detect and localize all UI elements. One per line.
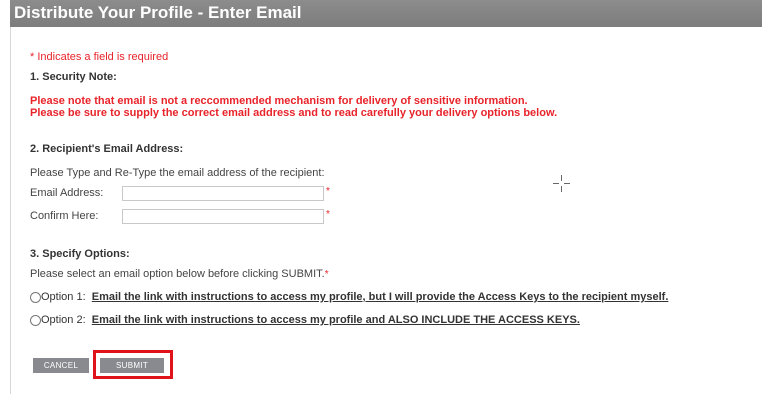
option-2-radio[interactable] xyxy=(30,315,41,326)
options-required-marker: * xyxy=(324,269,329,280)
cancel-button[interactable]: CANCEL xyxy=(33,358,89,373)
page-title: Distribute Your Profile - Enter Email xyxy=(14,3,302,22)
option-1-label: Option 1: xyxy=(41,291,86,303)
recipient-email-heading: 2. Recipient's Email Address: xyxy=(30,143,184,155)
options-instruction: Please select an email option below befo… xyxy=(30,268,329,280)
confirm-email-label: Confirm Here: xyxy=(30,210,99,222)
submit-highlight-box xyxy=(93,350,173,379)
security-note-heading: 1. Security Note: xyxy=(30,71,117,83)
option-1-radio[interactable] xyxy=(30,292,41,303)
specify-options-heading: 3. Specify Options: xyxy=(30,248,130,260)
security-warning-line-1: Please note that email is not a reccomme… xyxy=(30,95,528,107)
option-2-label: Option 2: xyxy=(41,314,86,326)
email-required-marker: * xyxy=(326,186,330,197)
option-1[interactable]: Option 1: Email the link with instructio… xyxy=(41,291,668,303)
crosshair-cursor-icon xyxy=(553,175,570,192)
page-left-border xyxy=(10,27,11,394)
option-1-link[interactable]: Email the link with instructions to acce… xyxy=(92,291,669,303)
confirm-required-marker: * xyxy=(326,209,330,220)
option-2-link[interactable]: Email the link with instructions to acce… xyxy=(92,314,580,326)
option-2[interactable]: Option 2: Email the link with instructio… xyxy=(41,314,580,326)
page-header: Distribute Your Profile - Enter Email xyxy=(10,0,762,27)
confirm-email-input[interactable] xyxy=(122,209,324,224)
required-field-note: * Indicates a field is required xyxy=(30,51,169,63)
security-warning-line-2: Please be sure to supply the correct ema… xyxy=(30,107,558,119)
email-address-label: Email Address: xyxy=(30,187,104,199)
options-instruction-text: Please select an email option below befo… xyxy=(30,268,325,280)
recipient-email-instruction: Please Type and Re-Type the email addres… xyxy=(30,167,325,179)
email-address-input[interactable] xyxy=(122,186,324,201)
